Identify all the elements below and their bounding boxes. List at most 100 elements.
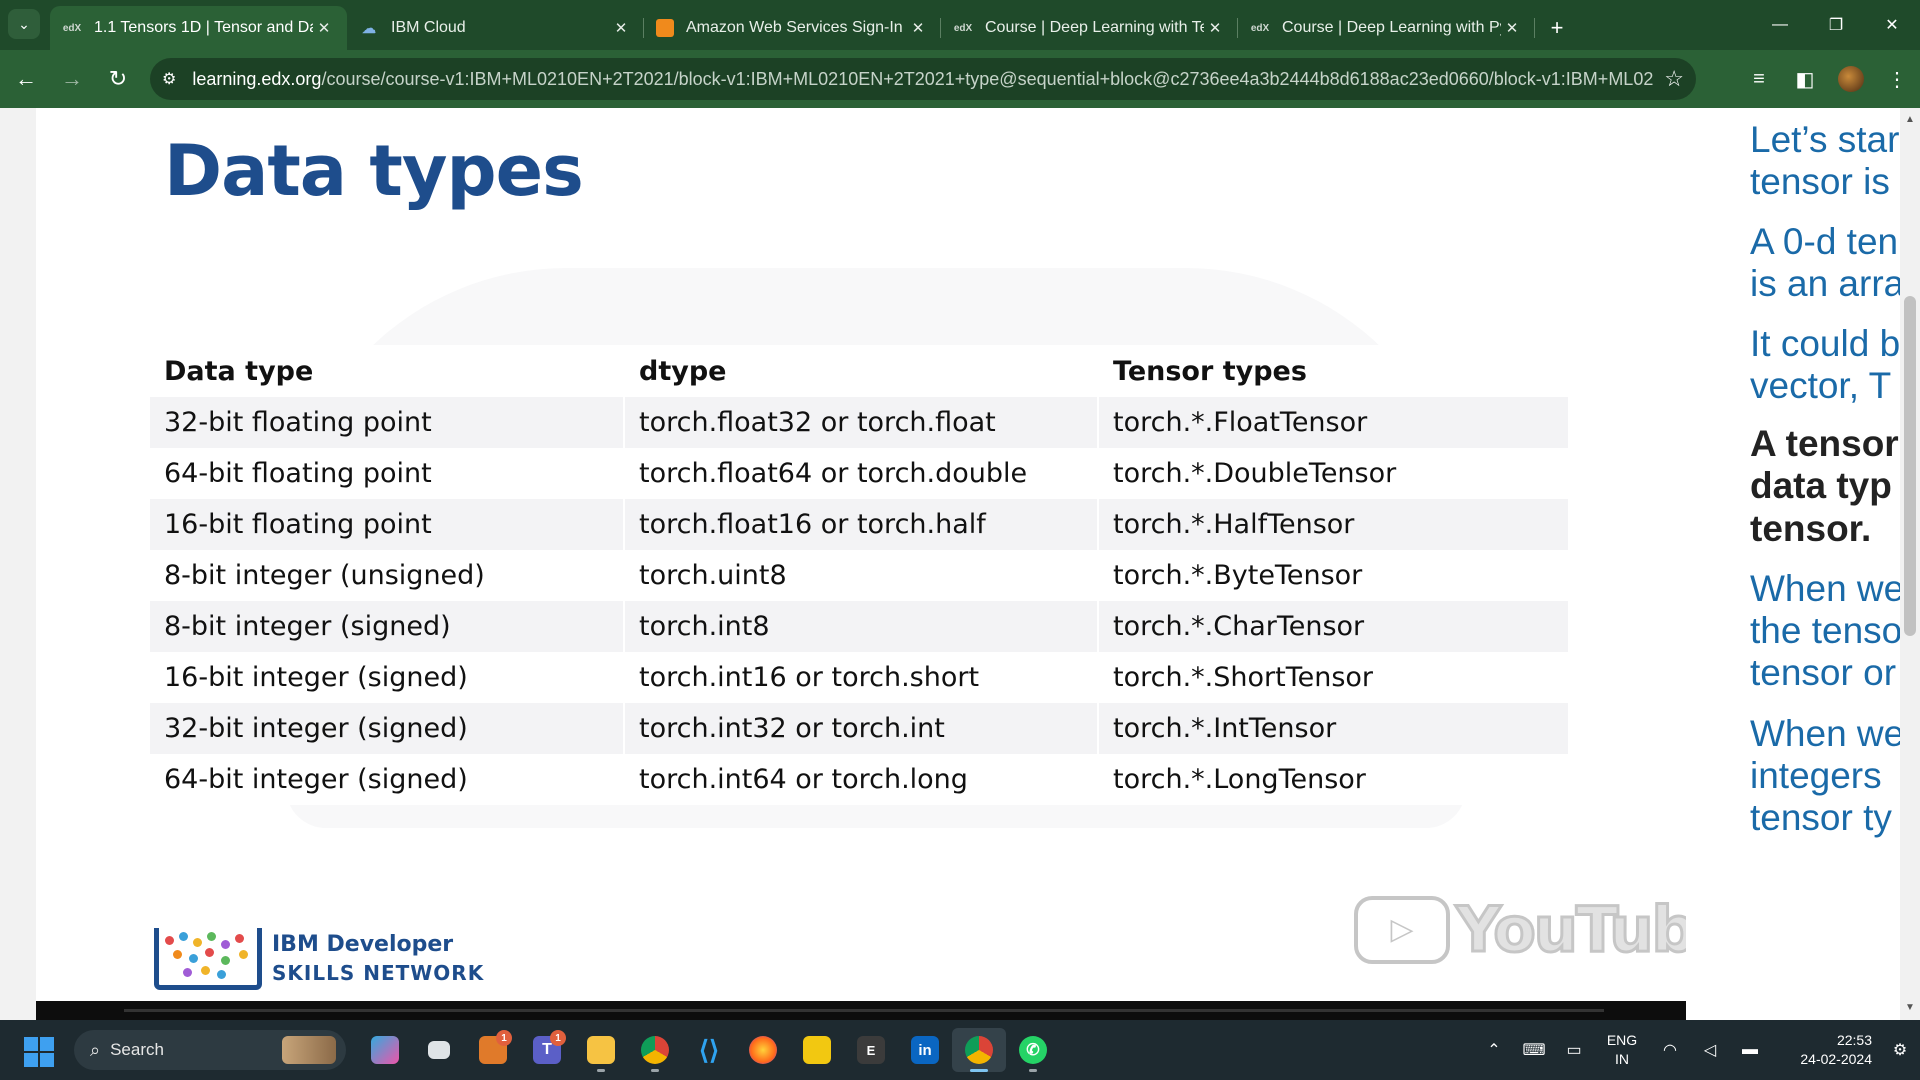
- tab-1[interactable]: ☁ IBM Cloud ✕: [347, 6, 644, 50]
- close-tab-icon[interactable]: ✕: [1204, 17, 1226, 39]
- bookmark-star-icon[interactable]: ☆: [1664, 66, 1684, 92]
- minimize-button[interactable]: —: [1752, 0, 1808, 50]
- cell-tensor-type: torch.*.DoubleTensor: [1098, 448, 1570, 499]
- scroll-down-icon[interactable]: ▼: [1904, 1002, 1916, 1014]
- battery-icon[interactable]: ▬: [1730, 1020, 1770, 1080]
- transcript-line[interactable]: tensor ty: [1750, 792, 1900, 844]
- cell-dtype: torch.int16 or torch.short: [624, 652, 1099, 703]
- lang-line1: ENG: [1606, 1032, 1638, 1048]
- header-data-type: Data type: [150, 345, 625, 397]
- notifications-icon[interactable]: ⚙: [1880, 1020, 1920, 1080]
- menu-kebab-icon[interactable]: ⋮: [1874, 58, 1920, 100]
- scroll-up-icon[interactable]: ▲: [1904, 114, 1916, 126]
- browser-toolbar: ← → ↻ ⚙ learning.edx.org/course/course-v…: [0, 50, 1920, 108]
- powerbi-app[interactable]: [790, 1028, 844, 1072]
- scrollbar-thumb[interactable]: [1904, 296, 1916, 636]
- new-tab-button[interactable]: +: [1539, 6, 1575, 50]
- video-control-bar[interactable]: [36, 1001, 1686, 1020]
- transcript-panel: Let’s star tensor is A 0-d ten is an arra It…: [1686, 108, 1900, 1020]
- transcript-line[interactable]: tensor is: [1750, 156, 1900, 208]
- cell-data-type: 8-bit integer (signed): [150, 601, 625, 652]
- forward-button[interactable]: →: [52, 59, 92, 99]
- display-icon[interactable]: ▭: [1554, 1020, 1594, 1080]
- cell-dtype: torch.int8: [624, 601, 1099, 652]
- whatsapp-app[interactable]: ✆: [1006, 1028, 1060, 1072]
- tab-3[interactable]: edX Course | Deep Learning with Te ✕: [941, 6, 1238, 50]
- stack-app[interactable]: 1: [466, 1028, 520, 1072]
- address-bar[interactable]: ⚙ learning.edx.org/course/course-v1:IBM+…: [150, 58, 1696, 100]
- tab-4[interactable]: edX Course | Deep Learning with Py ✕: [1238, 6, 1535, 50]
- wifi-icon[interactable]: ◠: [1650, 1020, 1690, 1080]
- tab-title: Course | Deep Learning with Py: [1282, 19, 1501, 36]
- cell-tensor-type: torch.*.LongTensor: [1098, 754, 1570, 805]
- lang-line2: IN: [1615, 1051, 1629, 1067]
- reload-button[interactable]: ↻: [98, 59, 138, 99]
- linkedin-app[interactable]: in: [898, 1028, 952, 1072]
- table-row: 16-bit floating point torch.float16 or to…: [150, 499, 1570, 550]
- table-header-row: Data type dtype Tensor types: [150, 345, 1570, 397]
- cell-data-type: 8-bit integer (unsigned): [150, 550, 625, 601]
- tab-search-button[interactable]: ⌄: [8, 9, 40, 39]
- close-tab-icon[interactable]: ✕: [907, 17, 929, 39]
- cell-tensor-type: torch.*.FloatTensor: [1098, 397, 1570, 448]
- teams-app[interactable]: T1: [520, 1028, 574, 1072]
- transcript-line[interactable]: vector, T: [1750, 360, 1900, 412]
- task-view-app[interactable]: [412, 1028, 466, 1072]
- arrow-right-icon: →: [61, 66, 83, 91]
- media-control-icon[interactable]: ≡: [1736, 58, 1782, 100]
- firefox-icon: [749, 1036, 777, 1064]
- close-tab-icon[interactable]: ✕: [610, 17, 632, 39]
- cell-dtype: torch.float16 or torch.half: [624, 499, 1099, 550]
- tab-2[interactable]: Amazon Web Services Sign-In ✕: [644, 6, 941, 50]
- close-tab-icon[interactable]: ✕: [313, 17, 335, 39]
- copilot-app[interactable]: [358, 1028, 412, 1072]
- side-panel-icon[interactable]: ◧: [1782, 58, 1828, 100]
- taskbar-apps: 1 T1 ⟨⟩ E in ✆: [358, 1028, 1060, 1072]
- back-button[interactable]: ←: [6, 59, 46, 99]
- system-tray: ⌃ ⌨ ▭ ENG IN ◠ ◁ ▬ 22:53 24-02-2024 ⚙: [1474, 1020, 1920, 1080]
- site-info-icon[interactable]: ⚙: [162, 69, 176, 89]
- transcript-line[interactable]: tensor or: [1750, 647, 1900, 699]
- edx-icon: edX: [62, 22, 82, 34]
- copilot-icon: [371, 1036, 399, 1064]
- cell-data-type: 32-bit integer (signed): [150, 703, 625, 754]
- input-language[interactable]: ENG IN: [1594, 1031, 1650, 1069]
- vscode-app[interactable]: ⟨⟩: [682, 1028, 736, 1072]
- video-progress-track[interactable]: [124, 1009, 1604, 1012]
- page-left-gutter: [0, 108, 36, 1020]
- chrome-app-2[interactable]: [952, 1028, 1006, 1072]
- notification-badge: 1: [550, 1030, 566, 1046]
- close-tab-icon[interactable]: ✕: [1501, 17, 1523, 39]
- youtube-watermark[interactable]: ▷ YouTube: [1354, 892, 1686, 968]
- system-clock[interactable]: 22:53 24-02-2024: [1770, 1031, 1880, 1069]
- tab-0[interactable]: edX 1.1 Tensors 1D | Tensor and Dat ✕: [50, 6, 347, 50]
- url-text[interactable]: learning.edx.org/course/course-v1:IBM+ML…: [192, 69, 1654, 90]
- windows-start-icon[interactable]: [24, 1037, 54, 1067]
- profile-avatar[interactable]: [1838, 66, 1864, 92]
- powerbi-icon: [803, 1036, 831, 1064]
- running-indicator: [1029, 1069, 1037, 1072]
- clock-date: 24-02-2024: [1800, 1051, 1872, 1067]
- firefox-app[interactable]: [736, 1028, 790, 1072]
- close-window-button[interactable]: ✕: [1864, 0, 1920, 50]
- whatsapp-icon: ✆: [1019, 1036, 1047, 1064]
- chrome-app-1[interactable]: [628, 1028, 682, 1072]
- slide-title: Data types: [164, 130, 584, 212]
- chrome-icon: [641, 1036, 669, 1064]
- page-scrollbar[interactable]: ▲ ▼: [1900, 108, 1920, 1020]
- file-explorer-app[interactable]: [574, 1028, 628, 1072]
- search-icon: ⌕: [90, 1039, 101, 1060]
- page-content: Data types Data type dtype Tensor types …: [0, 108, 1920, 1020]
- chevron-up-icon[interactable]: ⌃: [1474, 1020, 1514, 1080]
- running-indicator: [597, 1069, 605, 1072]
- epic-app[interactable]: E: [844, 1028, 898, 1072]
- restore-button[interactable]: ❐: [1808, 0, 1864, 50]
- tab-separator: [1534, 18, 1535, 38]
- keyboard-icon[interactable]: ⌨: [1514, 1020, 1554, 1080]
- cell-dtype: torch.float64 or torch.double: [624, 448, 1099, 499]
- taskbar-search[interactable]: ⌕ Search: [74, 1030, 346, 1070]
- video-player[interactable]: Data types Data type dtype Tensor types …: [36, 108, 1686, 1020]
- transcript-line[interactable]: is an arra: [1750, 258, 1900, 310]
- transcript-line: tensor.: [1750, 508, 1872, 549]
- volume-icon[interactable]: ◁: [1690, 1020, 1730, 1080]
